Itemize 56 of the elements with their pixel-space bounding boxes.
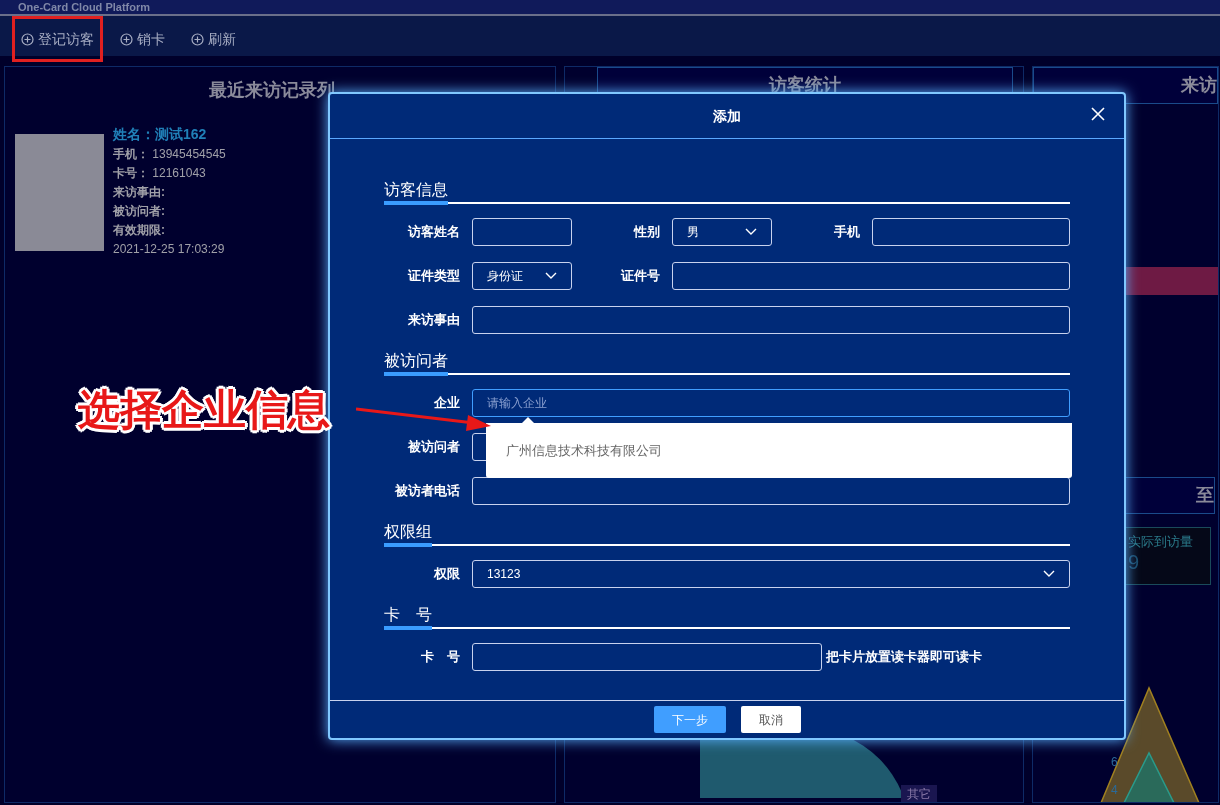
pointer-arrow-icon	[522, 417, 534, 423]
field-label: 被访者电话	[393, 482, 461, 501]
panel-title: 至	[1196, 484, 1214, 507]
field-label: 企业	[433, 394, 461, 413]
visitor-name: 姓名：测试162	[113, 125, 208, 144]
section-heading: 被访问者	[384, 350, 448, 376]
chart-label: 其它	[901, 785, 937, 802]
input-field[interactable]	[472, 306, 1070, 334]
section-heading: 卡 号	[384, 604, 432, 630]
field-label: 访客姓名	[406, 223, 461, 242]
field-label: 被访问者	[406, 438, 461, 457]
input-field[interactable]	[472, 477, 1070, 505]
plus-circle-icon	[120, 32, 133, 46]
record-field: 卡号： 12161043	[113, 164, 226, 183]
record-field: 被访问者:	[113, 202, 226, 221]
input-field[interactable]: 请输入企业	[472, 389, 1070, 417]
plus-circle-icon	[191, 32, 204, 46]
field-label: 卡 号	[420, 648, 461, 667]
record-field: 来访事由:	[113, 183, 226, 202]
axis-tick-label: 4	[1111, 782, 1118, 799]
plus-circle-icon	[21, 32, 34, 46]
section-heading: 权限组	[384, 521, 432, 547]
select-field[interactable]: 身份证	[472, 262, 572, 290]
section-heading: 访客信息	[384, 179, 448, 205]
stat-value: 9	[1128, 551, 1141, 572]
panel-title: 来访	[1181, 74, 1217, 97]
stat-label: 实际到访量	[1128, 533, 1194, 551]
field-label: 手机	[833, 223, 861, 242]
input-field[interactable]	[672, 262, 1070, 290]
toolbar-button[interactable]: 刷新	[182, 16, 245, 62]
dialog-title: 添加	[713, 106, 741, 126]
visit-time: 2021-12-25 17:03:29	[113, 241, 226, 258]
select-field[interactable]: 13123	[472, 560, 1070, 588]
hint-text: 把卡片放置读卡器即可读卡	[826, 648, 982, 667]
chevron-down-icon	[545, 272, 557, 280]
toolbar-button[interactable]: 销卡	[111, 16, 174, 62]
input-field[interactable]	[872, 218, 1070, 246]
chevron-down-icon	[745, 228, 757, 236]
field-label: 权限	[433, 565, 461, 584]
toolbar-button[interactable]: 登记访客	[12, 16, 103, 62]
cancel-button[interactable]: 取消	[740, 706, 801, 733]
field-label: 性别	[632, 223, 661, 242]
field-label: 来访事由	[407, 311, 461, 330]
select-field[interactable]: 男	[672, 218, 772, 246]
field-label: 证件号	[619, 267, 661, 286]
record-field: 手机： 13945454545	[113, 145, 226, 164]
input-field[interactable]	[472, 643, 822, 671]
chevron-down-icon	[1043, 570, 1055, 578]
platform-title: One-Card Cloud Platform	[18, 1, 150, 14]
axis-tick-label: 6	[1111, 754, 1118, 771]
input-field[interactable]	[472, 218, 572, 246]
record-field: 有效期限:	[113, 221, 226, 240]
close-icon	[1090, 106, 1106, 122]
close-button[interactable]	[1090, 106, 1106, 122]
dropdown-option[interactable]: 广州信息技术科技有限公司	[486, 423, 1072, 478]
field-label: 证件类型	[406, 267, 461, 286]
